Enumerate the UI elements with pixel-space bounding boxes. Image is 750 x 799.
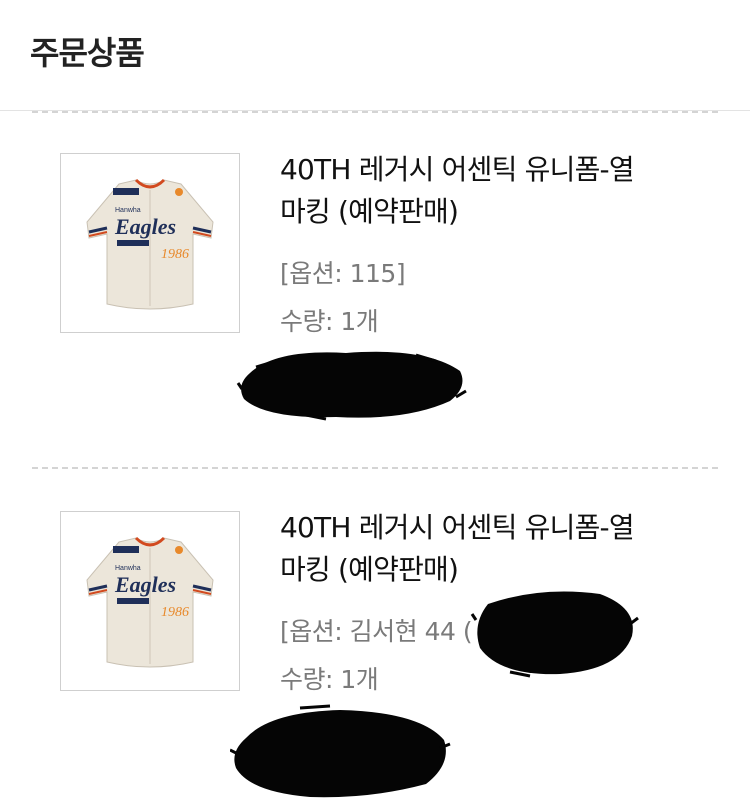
redaction-mark [230, 704, 451, 798]
product-option: [옵션: 김서현 44 ( [280, 617, 473, 646]
order-items-page: 주문상품 Hanwha Eagles 1986 40TH 레거시 어센틱 유니폼… [0, 0, 750, 799]
product-quantity: 수량: 1개 [280, 665, 379, 694]
product-thumbnail[interactable]: Hanwha Eagles 1986 [60, 511, 240, 691]
svg-text:1986: 1986 [161, 605, 189, 620]
order-item[interactable]: Hanwha Eagles 1986 40TH 레거시 어센틱 유니폼-열 마킹… [0, 0, 750, 798]
svg-text:Hanwha: Hanwha [115, 565, 141, 572]
product-name-line-1: 40TH 레거시 어센틱 유니폼-열 [280, 511, 635, 544]
redaction-mark [470, 591, 639, 678]
redaction-mark [236, 351, 467, 421]
jersey-image: Hanwha Eagles 1986 [86, 536, 214, 668]
item-divider [32, 467, 718, 469]
jersey-wordmark: Eagles [114, 572, 176, 597]
product-name[interactable]: 40TH 레거시 어센틱 유니폼-열 마킹 (예약판매) [280, 507, 700, 591]
